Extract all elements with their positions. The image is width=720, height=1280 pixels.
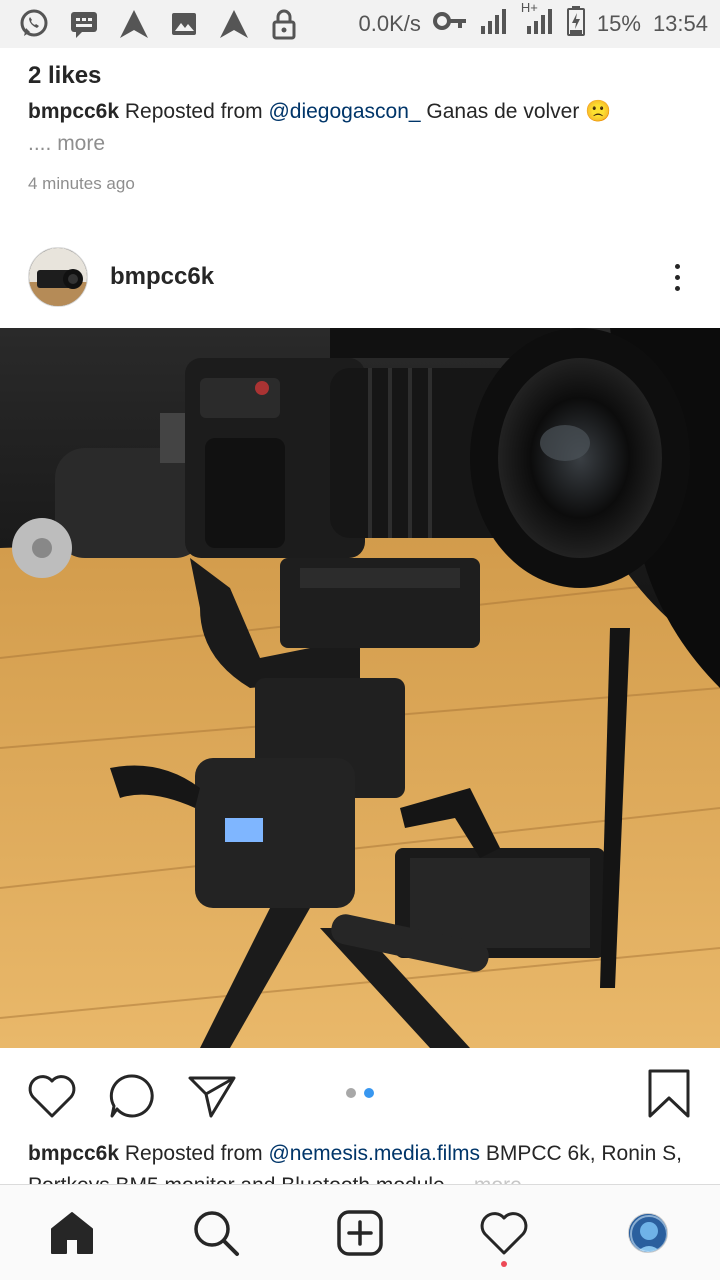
more-label: more (57, 132, 106, 155)
upload-icon (118, 8, 150, 40)
caption: bmpcc6k Reposted from @diegogascon_ Gana… (28, 96, 698, 128)
carousel-dot (346, 1088, 356, 1098)
timestamp: 4 minutes ago (28, 174, 135, 193)
reposted-from-text: Reposted from (124, 1142, 263, 1165)
battery-percent: 15% (596, 11, 641, 36)
mention-link[interactable]: @nemesis.media.films (268, 1142, 480, 1165)
avatar[interactable] (28, 247, 88, 307)
signal-icon: H+ (521, 0, 555, 40)
upload-icon (218, 8, 250, 40)
bookmark-icon[interactable] (646, 1068, 692, 1120)
network-type: H+ (520, 0, 538, 15)
comment-icon[interactable] (106, 1070, 158, 1122)
reposted-from-text: Reposted from (124, 100, 263, 123)
more-link[interactable]: .... more (28, 128, 698, 160)
signal-icon (479, 8, 509, 40)
whatsapp-icon (18, 8, 50, 40)
network-speed: 0.0K/s (358, 11, 421, 36)
profile-avatar (628, 1212, 668, 1253)
caption-text: Ganas de volver 🙁 (426, 100, 612, 123)
share-send-icon[interactable] (186, 1070, 238, 1122)
lock-icon (268, 8, 300, 40)
caption-ellipsis: .... (28, 132, 52, 155)
search-icon[interactable] (180, 1197, 252, 1269)
camera-photo (0, 328, 720, 1048)
notification-dot (501, 1260, 507, 1267)
carousel-dot-active (364, 1088, 374, 1098)
previous-post-caption: 2 likes bmpcc6k Reposted from @diegogasc… (28, 58, 698, 194)
more-options-icon[interactable] (662, 257, 692, 297)
caption-username[interactable]: bmpcc6k (28, 1142, 119, 1165)
carousel-indicator (346, 1088, 374, 1098)
activity-heart-icon[interactable] (468, 1197, 540, 1269)
home-icon[interactable] (36, 1197, 108, 1269)
caption-username[interactable]: bmpcc6k (28, 100, 119, 123)
vpn-key-icon (432, 11, 467, 37)
new-post-icon[interactable] (324, 1197, 396, 1269)
message-icon (68, 8, 100, 40)
post-header: bmpcc6k (0, 244, 720, 310)
bottom-nav (0, 1184, 720, 1280)
profile-icon[interactable] (612, 1197, 684, 1269)
likes-count[interactable]: 2 likes (28, 58, 698, 94)
post-username[interactable]: bmpcc6k (110, 263, 214, 291)
clock: 13:54 (652, 11, 708, 36)
battery-icon (566, 6, 585, 42)
gallery-icon (168, 8, 200, 40)
like-heart-icon[interactable] (26, 1070, 78, 1122)
mention-link[interactable]: @diegogascon_ (268, 100, 420, 123)
status-bar: 0.0K/s H+ 15% 13:54 (0, 0, 720, 48)
post-photo[interactable] (0, 328, 720, 1048)
